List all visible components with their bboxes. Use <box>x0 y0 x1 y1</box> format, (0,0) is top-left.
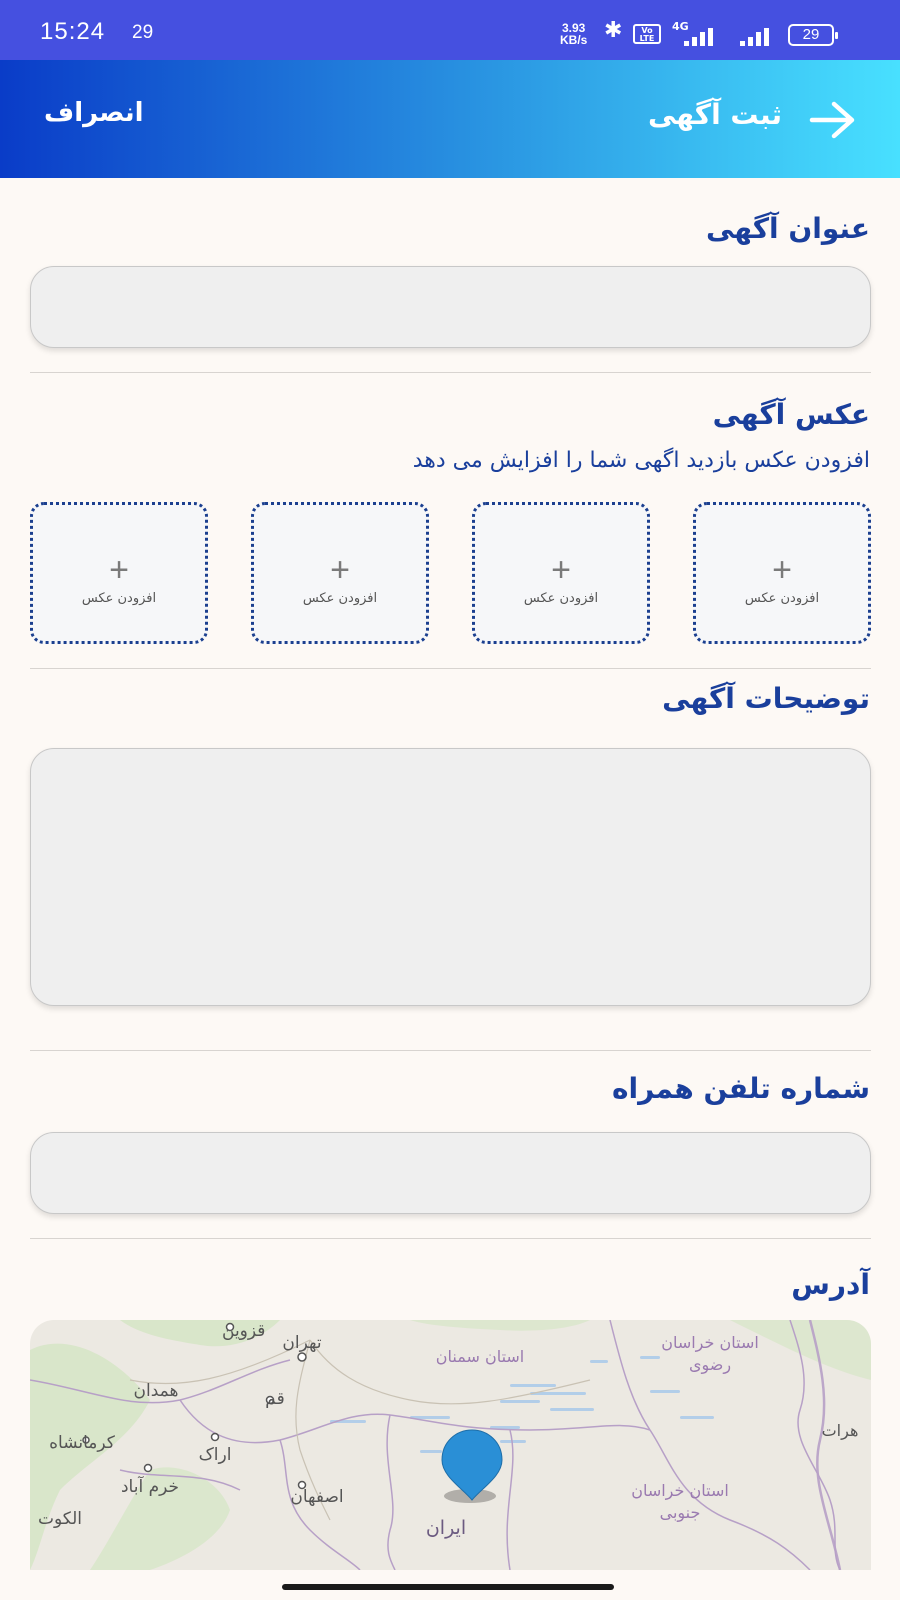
add-photo-button[interactable]: + افزودن عکس <box>472 502 650 644</box>
plus-icon: + <box>330 551 350 589</box>
map-label-khorramabad: خرم آباد <box>121 1475 179 1497</box>
address-label: آدرس <box>791 1268 870 1301</box>
map-label-arak: اراک <box>199 1445 232 1465</box>
title-label: عنوان آگهی <box>705 212 870 245</box>
ad-form: عنوان آگهی عکس آگهی افزودن عکس بازدید اگ… <box>0 178 900 1570</box>
map-canvas[interactable]: قزوین تهران استان سمنان استان خراسان رضو… <box>30 1320 871 1570</box>
page-title: ثبت آگهی <box>647 98 782 131</box>
map-label-khorasan-razavi-2: رضوی <box>689 1355 731 1375</box>
photo-hint: افزودن عکس بازدید اگهی شما را افزایش می … <box>412 448 870 473</box>
divider <box>30 1050 871 1051</box>
photo-label: عکس آگهی <box>712 398 870 431</box>
signal-icon-2 <box>738 24 778 46</box>
app-header: ثبت آگهی انصراف <box>0 60 900 178</box>
plus-icon: + <box>551 551 571 589</box>
divider <box>30 668 871 669</box>
add-photo-caption: افزودن عکس <box>744 591 820 606</box>
add-photo-caption: افزودن عکس <box>302 591 378 606</box>
notification-count: 29 <box>132 22 154 43</box>
plus-icon: + <box>109 551 129 589</box>
map-label-isfahan: اصفهان <box>290 1487 343 1507</box>
map-label-qazvin: قزوین <box>222 1321 265 1341</box>
battery-icon: 29 <box>788 24 838 46</box>
add-photo-caption: افزودن عکس <box>81 591 157 606</box>
divider <box>30 1238 871 1239</box>
speed-unit: KB/s <box>560 33 588 47</box>
description-label: توضیحات آگهی <box>662 682 870 715</box>
phone-label: شماره تلفن همراه <box>612 1072 870 1105</box>
bluetooth-icon: ✱ <box>604 18 623 43</box>
add-photo-button[interactable]: + افزودن عکس <box>693 502 871 644</box>
map-label-herat: هرات <box>822 1421 859 1441</box>
map-label-hamedan: همدان <box>134 1381 179 1401</box>
map-label-khorasan-south: استان خراسان <box>631 1481 729 1501</box>
add-photo-button[interactable]: + افزودن عکس <box>30 502 208 644</box>
title-input[interactable] <box>30 266 871 348</box>
address-map[interactable]: قزوین تهران استان سمنان استان خراسان رضو… <box>30 1320 871 1570</box>
phone-input[interactable] <box>30 1132 871 1214</box>
map-label-kermanshah: کرمانشاه <box>49 1433 116 1453</box>
map-label-tehran: تهران <box>282 1333 321 1353</box>
arrow-right-icon[interactable] <box>808 98 858 142</box>
map-label-khorasan-south-2: جنوبی <box>660 1503 701 1523</box>
map-label-iran: ایران <box>426 1517 466 1539</box>
status-time: 15:24 <box>40 18 106 45</box>
divider <box>30 372 871 373</box>
map-label-khorasan-razavi: استان خراسان <box>661 1333 759 1353</box>
plus-icon: + <box>772 551 792 589</box>
map-label-semnan: استان سمنان <box>436 1347 525 1366</box>
signal-icon <box>682 24 722 46</box>
status-bar: 15:24 29 3.93 KB/s ✱ Vo LTE 4G 29 <box>0 0 900 60</box>
cancel-button[interactable]: انصراف <box>44 98 144 128</box>
map-label-kuwait: الکوت <box>38 1509 82 1529</box>
add-photo-caption: افزودن عکس <box>523 591 599 606</box>
network-speed: 3.93 KB/s <box>560 22 587 46</box>
description-textarea[interactable] <box>30 748 871 1006</box>
volte-icon: Vo LTE <box>633 24 661 44</box>
map-label-qom: قم <box>265 1389 284 1409</box>
home-indicator[interactable] <box>282 1584 614 1590</box>
add-photo-button[interactable]: + افزودن عکس <box>251 502 429 644</box>
